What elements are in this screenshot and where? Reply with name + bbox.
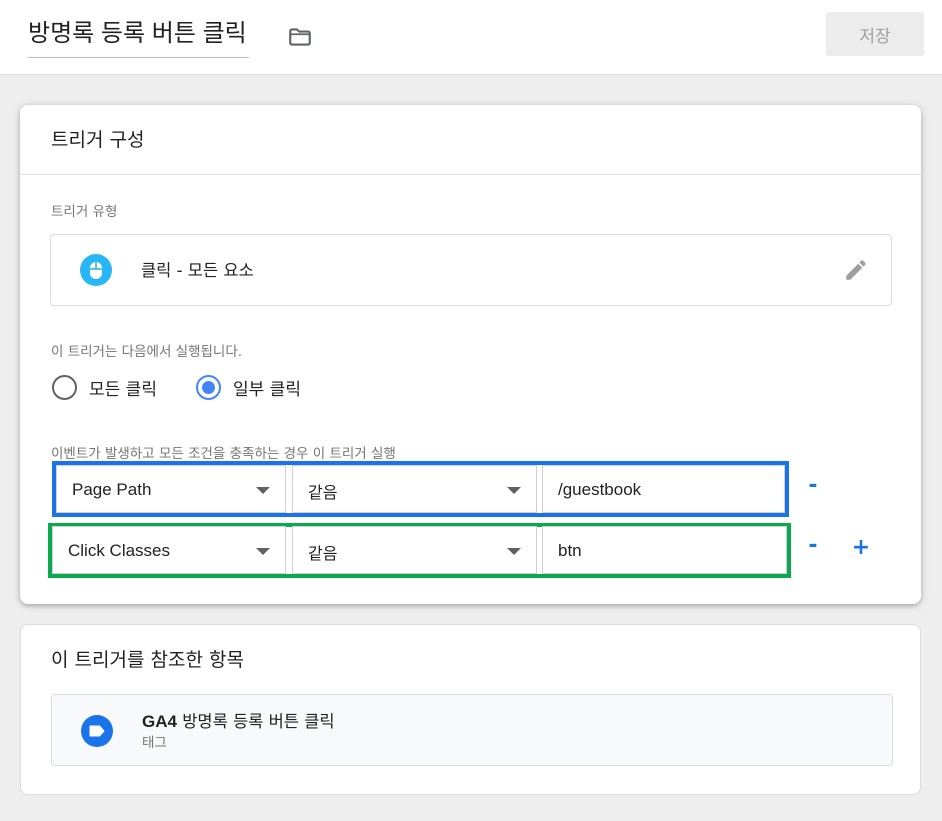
mouse-icon xyxy=(80,254,112,286)
trigger-type-value: 클릭 - 모든 요소 xyxy=(141,261,254,280)
radio-some-clicks[interactable]: 일부 클릭 xyxy=(196,374,301,400)
conditions-label: 이벤트가 발생하고 모든 조건을 충족하는 경우 이 트리거 실행 xyxy=(51,446,396,462)
trigger-type-label: 트리거 유형 xyxy=(51,204,118,220)
condition-value-text: btn xyxy=(558,541,582,560)
save-button[interactable]: 저장 xyxy=(826,12,924,56)
condition-operator-value: 같음 xyxy=(308,544,338,563)
radio-all-clicks[interactable]: 모든 클릭 xyxy=(52,374,157,400)
radio-all-clicks-label: 모든 클릭 xyxy=(89,379,157,400)
trigger-config-title: 트리거 구성 xyxy=(51,129,145,151)
chevron-down-icon xyxy=(256,487,270,494)
reference-item[interactable]: GA4 방명록 등록 버튼 클릭 태그 xyxy=(51,694,893,766)
condition-variable-value: Page Path xyxy=(72,480,152,499)
reference-item-name: GA4 방명록 등록 버튼 클릭 xyxy=(142,708,335,732)
condition-variable-select[interactable]: Page Path xyxy=(56,465,286,513)
fires-on-label: 이 트리거는 다음에서 실행됩니다. xyxy=(51,344,243,360)
remove-condition-button[interactable]: - xyxy=(801,475,825,499)
add-condition-button[interactable]: + xyxy=(849,537,873,561)
radio-all-clicks-circle[interactable] xyxy=(52,374,77,400)
radio-some-clicks-label: 일부 클릭 xyxy=(233,379,301,400)
condition-value-text: /guestbook xyxy=(558,480,642,499)
condition-operator-select[interactable]: 같음 xyxy=(292,465,537,513)
chevron-down-icon xyxy=(507,487,521,494)
radio-some-clicks-circle[interactable] xyxy=(196,374,221,400)
tag-icon xyxy=(81,715,113,747)
chevron-down-icon xyxy=(507,548,521,555)
remove-condition-button[interactable]: - xyxy=(801,535,825,559)
trigger-config-card: 트리거 구성 트리거 유형 클릭 - 모든 요소 이 트리거는 다음에서 실행됩… xyxy=(20,105,921,604)
folder-icon[interactable] xyxy=(287,24,313,50)
trigger-name-field[interactable]: 방명록 등록 버튼 클릭 xyxy=(28,14,249,58)
pencil-icon[interactable] xyxy=(843,257,869,283)
references-title: 이 트리거를 참조한 항목 xyxy=(51,649,244,671)
condition-variable-select[interactable]: Click Classes xyxy=(52,526,286,574)
condition-value-input[interactable]: /guestbook xyxy=(542,465,785,513)
condition-value-input[interactable]: btn xyxy=(542,526,787,574)
references-card: 이 트리거를 참조한 항목 GA4 방명록 등록 버튼 클릭 태그 xyxy=(20,624,921,795)
top-bar: 방명록 등록 버튼 클릭 저장 xyxy=(0,0,942,75)
condition-variable-value: Click Classes xyxy=(68,541,171,560)
trigger-config-header: 트리거 구성 xyxy=(20,105,921,175)
trigger-type-selector[interactable]: 클릭 - 모든 요소 xyxy=(50,234,892,306)
condition-operator-value: 같음 xyxy=(308,483,338,502)
reference-item-type: 태그 xyxy=(142,735,167,751)
reference-item-name-rest: 방명록 등록 버튼 클릭 xyxy=(176,712,335,731)
trigger-name[interactable]: 방명록 등록 버튼 클릭 xyxy=(28,14,247,54)
reference-item-name-prefix: GA4 xyxy=(142,712,177,731)
chevron-down-icon xyxy=(256,548,270,555)
condition-operator-select[interactable]: 같음 xyxy=(292,526,537,574)
